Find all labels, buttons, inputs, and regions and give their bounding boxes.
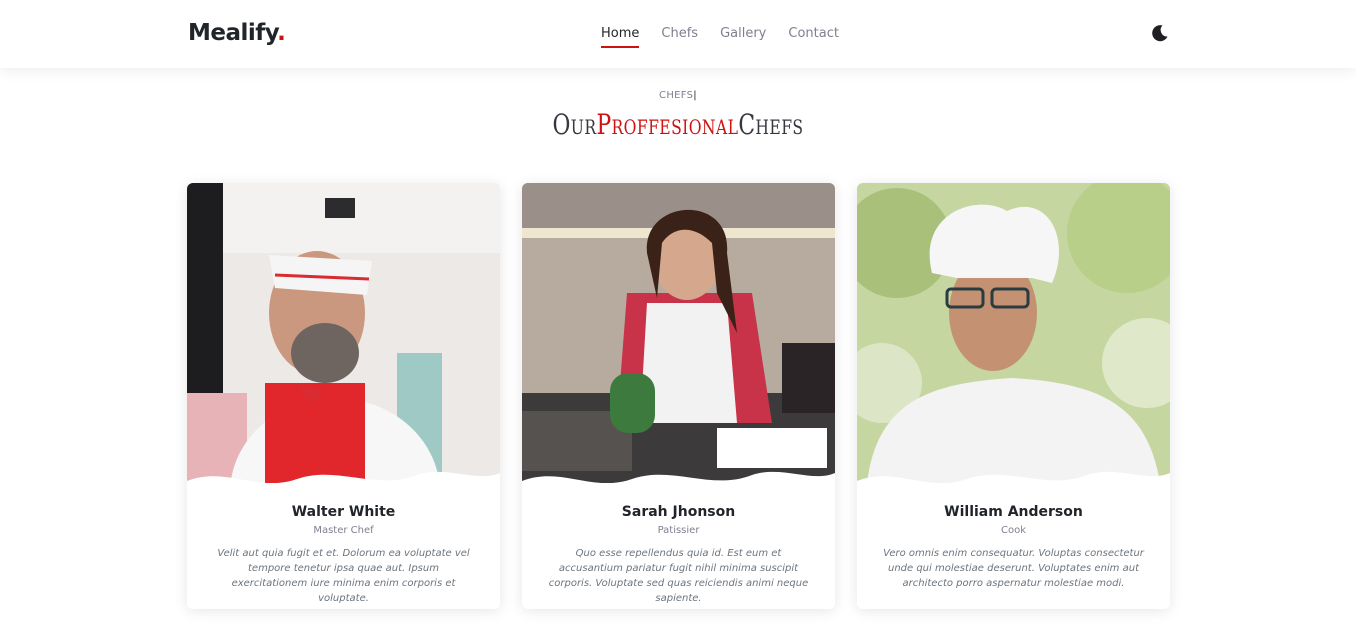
title-part-our: Our [552,108,597,141]
chef-role: Patissier [657,525,700,536]
moon-icon[interactable] [1150,23,1170,43]
section-subtitle-text: CHEFS [659,90,694,101]
chef-photo [522,183,835,483]
chef-bio: Vero omnis enim consequatur. Voluptas co… [883,548,1144,589]
section-title: OurProffesionalChefs [149,108,1207,141]
chef-name: Sarah Jhonson [621,504,736,520]
chef-card: Sarah Jhonson Patissier Quo esse repelle… [522,183,835,609]
text-cursor: | [693,90,697,101]
chef-name: William Anderson [944,504,1083,520]
main-nav: Home Chefs Gallery Contact [601,26,861,48]
chef-card: William Anderson Cook Vero omnis enim co… [857,183,1170,609]
nav-home[interactable]: Home [601,26,640,48]
chef-bio: Velit aut quia fugit et et. Dolorum ea v… [217,548,470,604]
logo-text: Mealify [188,20,278,46]
chef-role: Cook [1000,525,1026,536]
chef-bio: Quo esse repellendus quia id. Est eum et… [548,548,809,604]
title-part-proffesional: Proffesional [596,108,739,141]
title-part-chefs: Chefs [738,108,804,141]
chef-photo [187,183,500,483]
logo[interactable]: Mealify. [188,20,286,46]
nav-gallery[interactable]: Gallery [720,26,766,47]
section-subtitle: CHEFS| [0,90,1356,101]
chef-role: Master Chef [313,525,374,536]
logo-dot: . [277,20,286,46]
site-header: Mealify. Home Chefs Gallery Contact [0,0,1356,68]
chef-photo [857,183,1170,483]
chef-card: Walter White Master Chef Velit aut quia … [187,183,500,609]
chef-name: Walter White [291,504,396,520]
nav-contact[interactable]: Contact [788,26,839,47]
nav-chefs[interactable]: Chefs [661,26,698,47]
